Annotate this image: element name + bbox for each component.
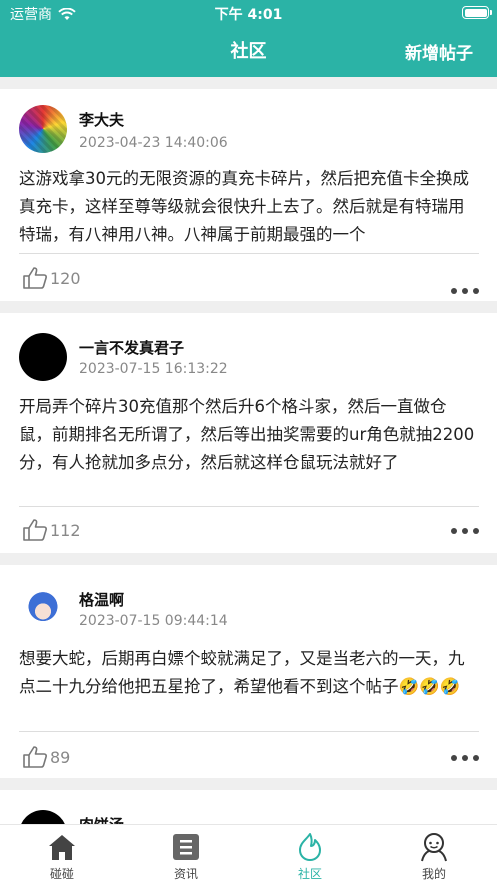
post-date: 2023-04-23 14:40:06: [79, 135, 228, 151]
like-button[interactable]: 112: [22, 518, 81, 542]
header: 运营商 下午 4:01 社区 新增帖子: [0, 0, 497, 77]
avatar[interactable]: [19, 333, 67, 381]
news-icon: [173, 834, 199, 860]
avatar[interactable]: [19, 105, 67, 153]
like-button[interactable]: 120: [22, 266, 81, 290]
more-options-icon[interactable]: [451, 528, 479, 534]
battery-icon: [462, 6, 492, 19]
tab-community[interactable]: 社区: [248, 831, 372, 882]
like-button[interactable]: 89: [22, 745, 70, 769]
post-date: 2023-07-15 09:44:14: [79, 613, 228, 629]
post-date: 2023-07-15 16:13:22: [79, 361, 228, 377]
tab-profile[interactable]: 我的: [372, 831, 496, 882]
profile-icon: [421, 833, 447, 862]
post-content[interactable]: 想要大蛇，后期再白嫖个蛟就满足了，又是当老六的一天，九点二十九分给他把五星抢了，…: [19, 645, 479, 701]
post-card: 一言不发真君子 2023-07-15 16:13:22 开局弄个碎片30充值那个…: [0, 313, 497, 553]
thumbs-up-icon: [23, 267, 47, 289]
community-icon: [299, 833, 321, 861]
divider: [19, 506, 479, 507]
post-feed[interactable]: 李大夫 2023-04-23 14:40:06 这游戏拿30元的无限资源的真充卡…: [0, 77, 497, 824]
author-name[interactable]: 李大夫: [79, 109, 124, 130]
tab-label: 社区: [297, 867, 322, 881]
divider: [19, 731, 479, 732]
post-card: 格温啊 2023-07-15 09:44:14 想要大蛇，后期再白嫖个蛟就满足了…: [0, 565, 497, 778]
tab-pengpeng[interactable]: 碰碰: [0, 831, 124, 882]
post-card: 李大夫 2023-04-23 14:40:06 这游戏拿30元的无限资源的真充卡…: [0, 89, 497, 301]
tab-label: 资讯: [173, 867, 198, 881]
post-card: 肉饼汤: [0, 790, 497, 824]
thumbs-up-icon: [23, 519, 47, 541]
clock: 下午 4:01: [214, 7, 283, 23]
like-count: 120: [50, 268, 81, 288]
like-count: 112: [50, 520, 81, 540]
divider: [19, 253, 479, 254]
tab-label: 我的: [421, 867, 446, 881]
avatar[interactable]: [19, 810, 67, 824]
post-content[interactable]: 这游戏拿30元的无限资源的真充卡碎片，然后把充值卡全换成真充卡，这样至尊等级就会…: [19, 165, 479, 249]
like-count: 89: [50, 747, 71, 767]
author-name[interactable]: 格温啊: [79, 589, 124, 610]
more-options-icon[interactable]: [451, 288, 479, 294]
status-bar: 运营商 下午 4:01: [0, 0, 497, 26]
author-name[interactable]: 肉饼汤: [79, 814, 124, 824]
more-options-icon[interactable]: [451, 755, 479, 761]
thumbs-up-icon: [23, 746, 47, 768]
home-icon: [49, 835, 75, 860]
tab-bar: 碰碰 资讯 社区 我的: [0, 824, 497, 883]
new-post-button[interactable]: 新增帖子: [405, 39, 473, 64]
tab-label: 碰碰: [49, 867, 74, 881]
tab-news[interactable]: 资讯: [124, 831, 248, 882]
post-content[interactable]: 开局弄个碎片30充值那个然后升6个格斗家，然后一直做仓鼠，前期排名无所谓了，然后…: [19, 393, 479, 477]
author-name[interactable]: 一言不发真君子: [79, 337, 184, 358]
avatar[interactable]: [19, 585, 67, 633]
